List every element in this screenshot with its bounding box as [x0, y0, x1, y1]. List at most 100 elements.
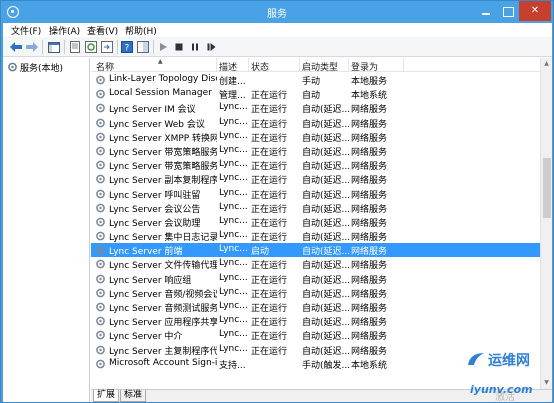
- service-description: Lync...: [219, 144, 248, 155]
- service-logon-as: 本地系统: [351, 91, 388, 102]
- service-row[interactable]: Lync Server XMPP 转换网关 Lync... 正在运行 自动(延迟...…: [91, 130, 540, 144]
- vertical-scrollbar[interactable]: ▲ ▼: [540, 58, 552, 389]
- title-bar[interactable]: 服务 ✕: [1, 1, 553, 23]
- service-startup-type: 自动(延迟...: [302, 147, 350, 158]
- service-status: 正在运行: [251, 119, 288, 130]
- back-arrow-icon[interactable]: [9, 40, 23, 54]
- start-service-icon[interactable]: [156, 40, 170, 54]
- help-icon[interactable]: ?: [120, 40, 134, 54]
- service-row[interactable]: Lync Server 集中日志记录... Lync... 正在运行 自动(延迟...…: [91, 229, 540, 243]
- properties-icon[interactable]: [68, 40, 82, 54]
- service-name: Lync Server 副本复制程序...: [109, 176, 217, 187]
- service-gear-icon: [95, 118, 106, 128]
- show-pane-icon[interactable]: [136, 40, 150, 54]
- service-logon-as: 网络服务: [351, 275, 388, 286]
- service-status: 正在运行: [251, 289, 288, 300]
- menu-bar: 文件(F) 操作(A) 查看(V) 帮助(H): [3, 23, 552, 37]
- column-divider[interactable]: [216, 58, 217, 72]
- service-row[interactable]: Lync Server 中介 Lync... 正在运行 自动(延迟... 网络服务: [91, 328, 540, 342]
- svg-text:?: ?: [125, 44, 130, 54]
- service-row[interactable]: Lync Server 前端 Lync... 启动 自动(延迟... 网络服务: [91, 243, 540, 258]
- service-gear-icon: [95, 345, 106, 355]
- service-row[interactable]: Lync Server IM 会议 Lync... 正在运行 自动(延迟... 网络服务: [91, 101, 540, 115]
- service-gear-icon: [95, 274, 106, 284]
- toolbar-separator: [153, 40, 154, 54]
- tree-item-label: 服务(本地): [20, 63, 64, 74]
- pause-service-icon[interactable]: [188, 40, 202, 54]
- service-row[interactable]: Lync Server 会议公告 Lync... 正在运行 自动(延迟... 网络服务: [91, 201, 540, 215]
- column-header-name[interactable]: 名称: [96, 60, 114, 73]
- column-header-startup[interactable]: 启动类型: [302, 60, 338, 73]
- service-gear-icon: [95, 75, 106, 85]
- menu-help[interactable]: 帮助(H): [125, 24, 157, 37]
- tree-item-services-local[interactable]: 服务(本地): [7, 61, 64, 74]
- close-button[interactable]: ✕: [519, 1, 551, 21]
- service-row[interactable]: Lync Server 应用程序共享 Lync... 正在运行 自动(延迟... 网络服…: [91, 314, 540, 328]
- service-name: Lync Server XMPP 转换网关: [109, 133, 217, 144]
- service-row[interactable]: Lync Server Web 会议 Lync... 正在运行 自动(延迟... 网络服…: [91, 116, 540, 130]
- services-list: 名称 ▲ 描述 状态 启动类型 登录为 Link-Layer Topology …: [91, 58, 552, 389]
- service-row[interactable]: Lync Server 副本复制程序... Lync... 正在运行 自动(延迟...…: [91, 172, 540, 186]
- service-logon-as: 网络服务: [351, 261, 388, 272]
- service-row[interactable]: Local Session Manager 管理... 正在运行 自动 本地系统: [91, 87, 540, 101]
- service-logon-as: 网络服务: [351, 318, 388, 329]
- column-divider[interactable]: [299, 58, 300, 72]
- service-description: Lync...: [219, 215, 248, 226]
- export-list-icon[interactable]: [100, 40, 114, 54]
- service-row[interactable]: Lync Server 带宽策略服务(...Lync...正在运行 自动(延迟..…: [91, 144, 540, 158]
- column-divider[interactable]: [348, 58, 349, 72]
- service-startup-type: 自动(延迟...: [302, 176, 350, 187]
- column-header-logon[interactable]: 登录为: [351, 60, 378, 73]
- service-startup-type: 手动: [302, 77, 321, 87]
- service-description: Lync...: [219, 201, 248, 212]
- service-description: Lync...: [219, 230, 248, 241]
- stop-service-icon[interactable]: [172, 40, 186, 54]
- service-name: Lync Server 集中日志记录...: [109, 233, 217, 244]
- service-logon-as: 网络服务: [351, 204, 388, 215]
- menu-view[interactable]: 查看(V): [87, 24, 118, 37]
- scroll-thumb[interactable]: [543, 158, 551, 218]
- service-startup-type: 自动(延迟...: [302, 119, 350, 130]
- watermark-logo: 运维网: [466, 350, 530, 370]
- tab-extended[interactable]: 扩展: [93, 390, 120, 402]
- service-description: Lync...: [219, 258, 248, 269]
- service-logon-as: 网络服务: [351, 332, 388, 343]
- column-header-desc[interactable]: 描述: [219, 60, 237, 73]
- minimize-button[interactable]: [475, 1, 497, 21]
- service-row[interactable]: Lync Server 音频测试服务 Lync... 正在运行 自动(延迟... 网络服…: [91, 300, 540, 314]
- service-logon-as: 网络服务: [351, 218, 388, 229]
- column-header-status[interactable]: 状态: [251, 60, 269, 73]
- service-logon-as: 网络服务: [351, 162, 388, 173]
- service-gear-icon: [95, 203, 106, 213]
- service-startup-type: 自动(延迟...: [302, 105, 350, 116]
- restart-service-icon[interactable]: [204, 40, 218, 54]
- service-row[interactable]: Lync Server 音频/视频会议 Lync... 正在运行 自动(延迟... 网络…: [91, 286, 540, 300]
- service-startup-type: 手动(触发...: [302, 360, 350, 371]
- menu-action[interactable]: 操作(A): [49, 24, 80, 37]
- service-status: 正在运行: [251, 133, 288, 144]
- service-row[interactable]: Lync Server 文件传输代理 Lync... 正在运行 自动(延迟... 网络服…: [91, 257, 540, 271]
- service-status: 启动: [251, 247, 270, 258]
- forward-arrow-icon[interactable]: [25, 40, 39, 54]
- service-row[interactable]: Link-Layer Topology Disc... 创建... 手动 本地服务: [91, 73, 540, 87]
- service-startup-type: 自动: [302, 91, 321, 102]
- column-divider[interactable]: [403, 58, 404, 72]
- console-tree-icon[interactable]: [47, 40, 61, 54]
- service-description: Lync...: [219, 116, 248, 127]
- service-row[interactable]: Lync Server 响应组 Lync... 正在运行 自动(延迟... 网络服务: [91, 272, 540, 286]
- service-logon-as: 本地服务: [351, 77, 388, 87]
- service-row[interactable]: Lync Server 会议助理 Lync... 正在运行 自动(延迟... 网络服务: [91, 215, 540, 229]
- service-startup-type: 自动(延迟...: [302, 289, 350, 300]
- scroll-up-arrow-icon[interactable]: ▲: [541, 58, 552, 70]
- tab-standard[interactable]: 标准: [120, 390, 147, 402]
- service-name: Lync Server 主复制程序代理: [109, 346, 217, 357]
- service-status: 正在运行: [251, 162, 288, 173]
- service-row[interactable]: Lync Server 呼叫驻留 Lync... 正在运行 自动(延迟... 网络服务: [91, 187, 540, 201]
- refresh-icon[interactable]: [84, 40, 98, 54]
- services-node-icon: [7, 62, 18, 72]
- maximize-button[interactable]: [497, 1, 519, 21]
- service-row[interactable]: Lync Server 带宽策略服务(...Lync...正在运行 自动(延迟..…: [91, 158, 540, 172]
- service-name: Lync Server 音频/视频会议: [109, 289, 217, 300]
- menu-file[interactable]: 文件(F): [11, 24, 41, 37]
- column-divider[interactable]: [248, 58, 249, 72]
